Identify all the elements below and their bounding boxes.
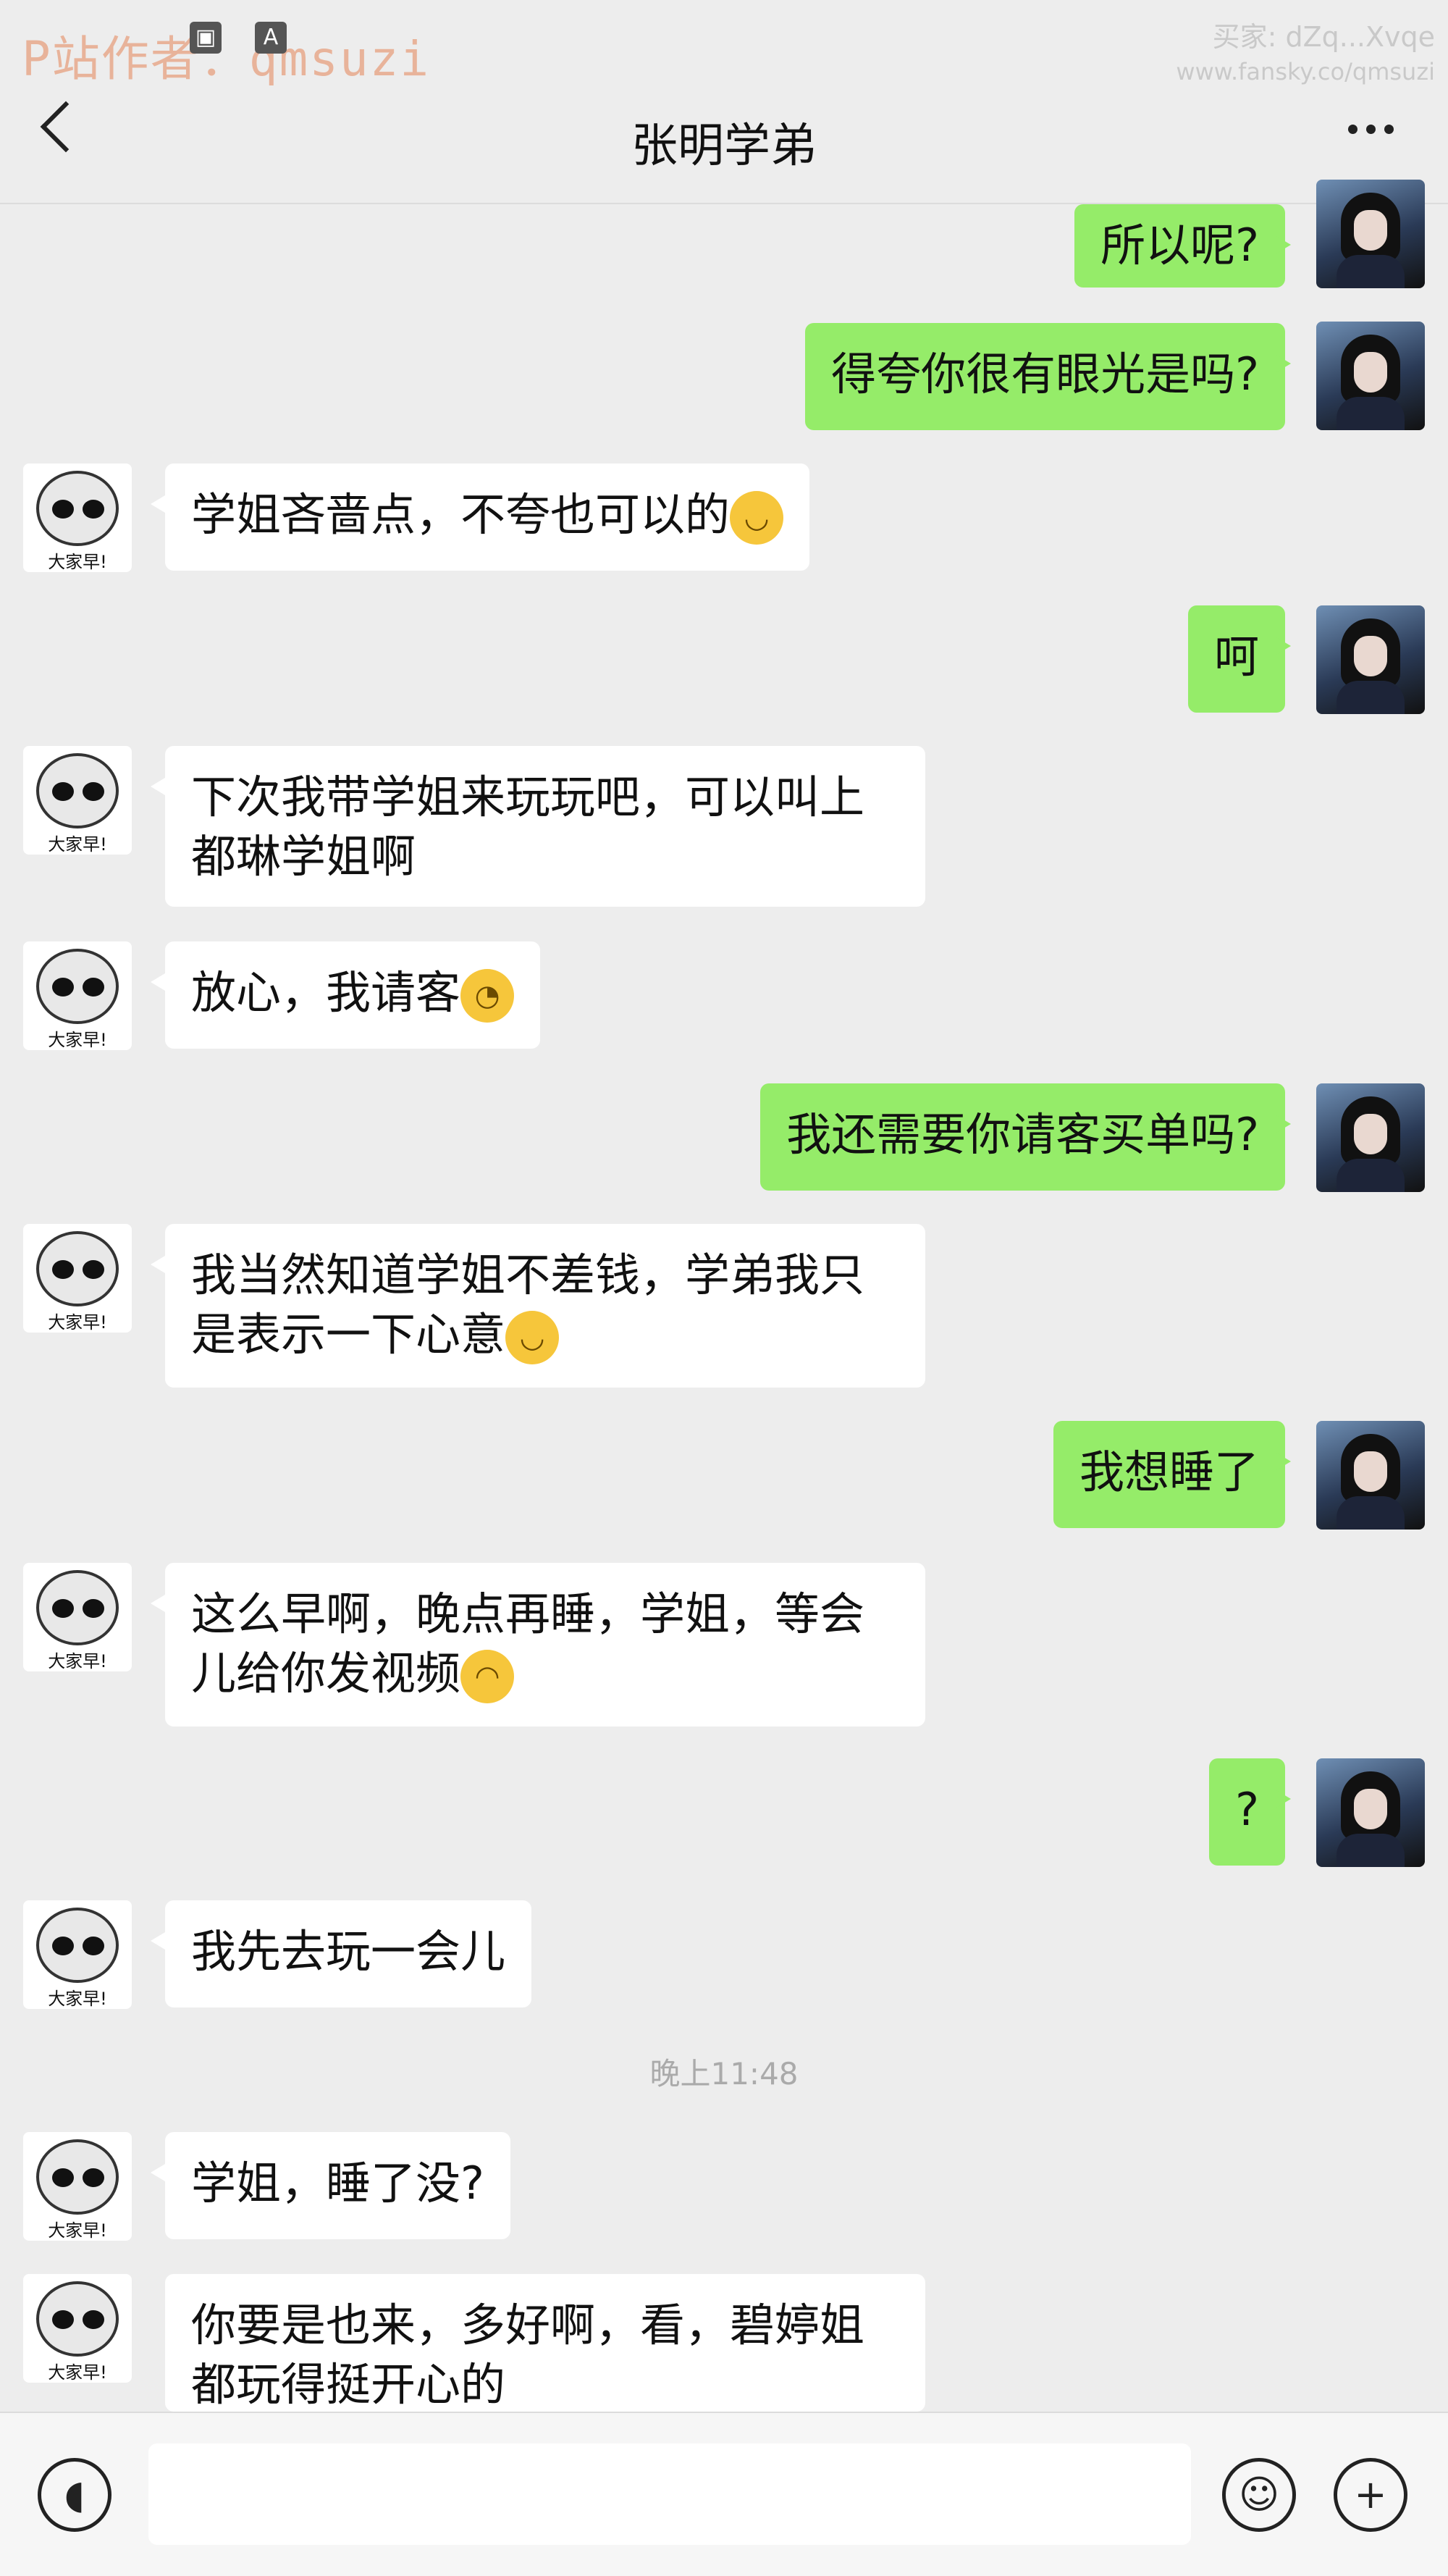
grin-emoji-icon: ◡ xyxy=(730,490,784,545)
message-bubble-me[interactable]: 所以呢? xyxy=(1074,204,1291,288)
more-options-icon[interactable] xyxy=(1339,123,1394,137)
message-bubble-other[interactable]: 学姐吝啬点，不夸也可以的 ◡ xyxy=(150,463,810,571)
message-bubble-me[interactable]: 我想睡了 xyxy=(1053,1421,1292,1528)
message-input[interactable] xyxy=(148,2443,1191,2545)
time-divider: 晚上11:48 xyxy=(649,2056,799,2092)
message-bubble-other[interactable]: 我先去玩一会儿 xyxy=(150,1900,532,2007)
contact-avatar[interactable]: 大家早! xyxy=(23,2274,132,2383)
image-icon: ▣ xyxy=(190,22,222,54)
message-bubble-other[interactable]: 这么早啊，晚点再睡，学姐，等会儿给你发视频 ◠ xyxy=(151,1563,925,1727)
message-bubble-other[interactable]: 学姐，睡了没? xyxy=(151,2132,510,2239)
message-bubble-me[interactable]: 我还需要你请客买单吗? xyxy=(760,1083,1291,1191)
contact-avatar[interactable]: 大家早! xyxy=(23,941,132,1050)
watermark-author: P站作者：qmsuzi xyxy=(22,31,431,87)
message-bubble-me[interactable]: 呵 xyxy=(1187,605,1292,713)
plus-icon[interactable]: + xyxy=(1334,2458,1407,2532)
contact-avatar[interactable]: 大家早! xyxy=(23,746,132,855)
my-avatar[interactable] xyxy=(1316,180,1425,288)
message-bubble-other[interactable]: 放心，我请客 ◔ xyxy=(150,941,541,1049)
my-avatar[interactable] xyxy=(1316,1758,1425,1867)
voice-icon[interactable]: ◖ xyxy=(38,2458,111,2532)
my-avatar[interactable] xyxy=(1316,1083,1425,1192)
contact-avatar[interactable]: 大家早! xyxy=(23,1224,132,1333)
contact-avatar[interactable]: 大家早! xyxy=(23,1563,132,1671)
top-bar: P站作者：qmsuzi ▣ A 买家: dZq...Xvqe www.fansk… xyxy=(0,0,1448,204)
message-bubble-me[interactable]: ? xyxy=(1209,1758,1291,1866)
contact-avatar[interactable]: 大家早! xyxy=(23,1900,132,2009)
my-avatar[interactable] xyxy=(1316,605,1425,714)
contact-avatar[interactable]: 大家早! xyxy=(23,463,132,572)
smirk-emoji-icon: ◠ xyxy=(460,1649,515,1703)
message-bubble-other[interactable]: 下次我带学姐来玩玩吧，可以叫上都琳学姐啊 xyxy=(151,746,925,907)
message-bubble-other[interactable]: 我当然知道学姐不差钱，学弟我只是表示一下心意 ◡ xyxy=(151,1224,925,1388)
message-bubble-me[interactable]: 得夸你很有眼光是吗? xyxy=(805,323,1291,430)
font-icon: A xyxy=(255,22,287,54)
message-bubble-other[interactable]: 你要是也来，多好啊，看，碧婷姐都玩得挺开心的 xyxy=(165,2274,925,2412)
my-avatar[interactable] xyxy=(1316,322,1425,430)
grin-emoji-icon: ◡ xyxy=(505,1310,560,1364)
contact-avatar[interactable]: 大家早! xyxy=(23,2132,132,2241)
shy-emoji-icon: ◔ xyxy=(460,968,515,1023)
watermark-url: www.fansky.co/qmsuzi xyxy=(1176,58,1435,85)
my-avatar[interactable] xyxy=(1316,1421,1425,1530)
chat-title: 张明学弟 xyxy=(631,119,817,173)
emoji-icon[interactable]: ☺ xyxy=(1222,2458,1296,2532)
watermark-buyer: 买家: dZq...Xvqe xyxy=(1212,21,1435,53)
input-bar: ◖ ☺ + xyxy=(0,2412,1448,2576)
